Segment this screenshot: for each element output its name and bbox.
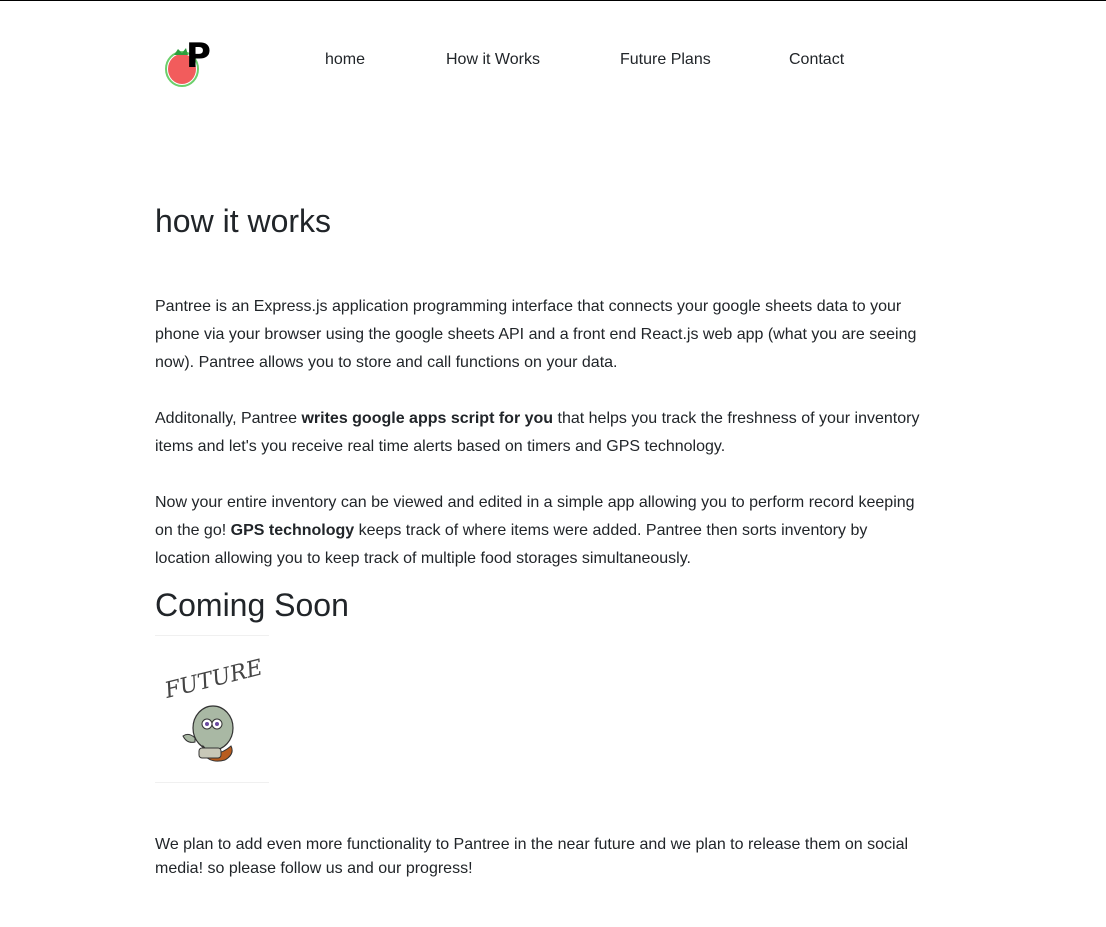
intro-paragraph: Pantree is an Express.js application pro… [155, 298, 917, 371]
apps-script-bold: writes google apps script for you [301, 410, 554, 427]
gps-bold: GPS technology [230, 522, 355, 539]
future-image: FUTURE [155, 635, 269, 783]
nav-how-it-works[interactable]: How it Works [446, 51, 540, 69]
apps-script-paragraph: Additonally, Pantree writes google apps … [155, 405, 925, 461]
apps-script-text-before: Additonally, Pantree [155, 410, 302, 427]
nav-contact[interactable]: Contact [789, 51, 844, 69]
future-illustration: FUTURE [161, 655, 265, 762]
gps-paragraph: Now your entire inventory can be viewed … [155, 489, 925, 573]
nav-future-plans[interactable]: Future Plans [620, 51, 711, 69]
navbar: P home How it Works Future Plans Contact [160, 31, 880, 91]
svg-text:FUTURE: FUTURE [161, 655, 265, 704]
coming-soon-heading: Coming Soon [155, 587, 349, 623]
logo-icon: P [165, 36, 211, 87]
future-plans-paragraph: We plan to add even more functionality t… [155, 836, 909, 877]
page-title: how it works [155, 203, 332, 239]
svg-text:P: P [186, 36, 211, 76]
main-content: how it works Pantree is an Express.js ap… [155, 201, 925, 881]
pantree-logo[interactable]: P [160, 31, 220, 91]
nav-home[interactable]: home [325, 51, 365, 69]
